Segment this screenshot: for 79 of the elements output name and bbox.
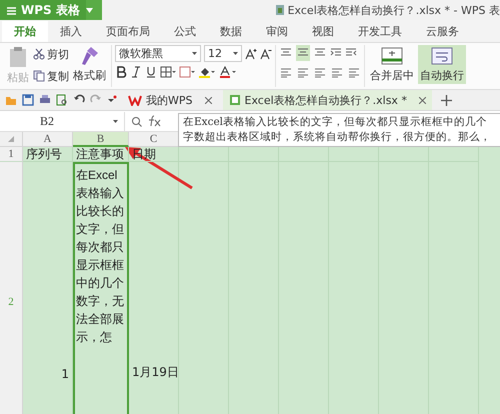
save-icon[interactable] bbox=[22, 94, 34, 106]
cut-button[interactable]: 剪切 bbox=[33, 45, 69, 63]
font-size-dropdown[interactable]: 12 bbox=[204, 45, 242, 62]
wrap-text-button[interactable]: 自动换行 bbox=[418, 45, 466, 84]
copy-button[interactable]: 复制 bbox=[33, 67, 69, 85]
table-cell bbox=[429, 147, 479, 162]
column-header[interactable]: B bbox=[73, 132, 129, 147]
align-icon[interactable] bbox=[331, 68, 343, 78]
caret-icon[interactable] bbox=[113, 120, 118, 122]
column-header[interactable]: A bbox=[23, 132, 73, 147]
spreadsheet-file-icon[interactable] bbox=[228, 94, 240, 106]
close-icon[interactable] bbox=[204, 96, 212, 104]
row-header[interactable]: 1 bbox=[0, 147, 23, 162]
indent-icon[interactable] bbox=[330, 48, 342, 58]
decrease-font-icon[interactable] bbox=[260, 48, 272, 60]
caret-icon[interactable] bbox=[192, 52, 197, 55]
caret-icon[interactable] bbox=[233, 52, 238, 55]
align-icon[interactable] bbox=[297, 48, 309, 58]
print-icon[interactable] bbox=[39, 94, 51, 106]
increase-font-icon[interactable] bbox=[245, 48, 257, 60]
ribbon-tab[interactable]: 开发工具 bbox=[346, 21, 414, 42]
app-logo-icon[interactable] bbox=[6, 4, 17, 16]
font-color-icon[interactable] bbox=[219, 66, 237, 78]
table-cell bbox=[179, 147, 229, 162]
window-title: Excel表格怎样自动换行？.xlsx * - WPS 表 bbox=[288, 2, 500, 18]
ribbon-tab[interactable]: 视图 bbox=[300, 21, 346, 42]
ribbon-tab[interactable]: 开始 bbox=[2, 21, 48, 42]
table-cell: 1月19日 bbox=[129, 162, 179, 414]
name-box[interactable]: B2 bbox=[0, 112, 125, 130]
formula-text: 在Excel表格输入比较长的文字，但每次都只显示框框中的几个 bbox=[183, 115, 488, 130]
table-cell bbox=[229, 147, 279, 162]
table-cell: 序列号 bbox=[23, 147, 73, 162]
italic-icon[interactable] bbox=[130, 66, 142, 78]
align-icon[interactable] bbox=[348, 68, 360, 78]
align-icon[interactable] bbox=[297, 68, 309, 78]
ribbon-tab[interactable]: 数据 bbox=[208, 21, 254, 42]
ribbon-tab[interactable]: 云服务 bbox=[414, 21, 471, 42]
table-cell bbox=[329, 147, 379, 162]
dropdown-button[interactable] bbox=[86, 0, 102, 20]
spreadsheet-file-icon[interactable] bbox=[274, 4, 285, 16]
table-cell bbox=[279, 147, 329, 162]
underline-icon[interactable] bbox=[145, 66, 157, 78]
formula-bar[interactable]: 在Excel表格输入比较长的文字，但每次都只显示框框中的几个 字数超出表格区域时，系统将自动帮你换行，很方便的。那么， bbox=[178, 113, 500, 147]
merge-cells-icon[interactable] bbox=[381, 46, 403, 66]
font-name-dropdown[interactable]: 微软雅黑 bbox=[115, 45, 201, 62]
ribbon-tab[interactable]: 公式 bbox=[162, 21, 208, 42]
table-cell: 1 bbox=[23, 162, 73, 414]
copy-icon[interactable] bbox=[33, 70, 45, 82]
print-preview-icon[interactable] bbox=[56, 94, 68, 106]
bold-icon[interactable] bbox=[115, 66, 127, 78]
table-cell: 在Excel表格输入比较长的文字，但每次都只显示框框中的几个数字，无法全部展示，怎 bbox=[73, 162, 129, 414]
zoom-icon[interactable] bbox=[131, 116, 142, 126]
table-cell bbox=[379, 147, 429, 162]
insert-function-button[interactable] bbox=[148, 115, 162, 127]
align-icon[interactable] bbox=[314, 48, 326, 58]
paintbrush-icon[interactable] bbox=[80, 46, 98, 66]
borders-icon[interactable] bbox=[160, 66, 176, 78]
wps-logo-icon[interactable] bbox=[128, 94, 142, 106]
format-painter-button[interactable]: 格式刷 bbox=[71, 45, 108, 84]
document-tab[interactable]: Excel表格怎样自动换行？.xlsx * bbox=[222, 90, 432, 110]
plus-icon[interactable] bbox=[440, 94, 452, 106]
align-icon[interactable] bbox=[280, 48, 292, 58]
merge-center-button[interactable]: 合并居中 bbox=[368, 45, 416, 84]
align-icon[interactable] bbox=[280, 68, 292, 78]
ribbon-tab[interactable]: 插入 bbox=[48, 21, 94, 42]
close-icon[interactable] bbox=[418, 96, 426, 104]
fill-color-icon[interactable] bbox=[198, 66, 216, 78]
scissors-icon[interactable] bbox=[33, 48, 45, 60]
column-header[interactable]: C bbox=[129, 132, 179, 147]
wrap-text-icon[interactable] bbox=[431, 46, 453, 66]
formula-text: 字数超出表格区域时，系统将自动帮你换行，很方便的。那么， bbox=[183, 130, 492, 145]
caret-icon[interactable] bbox=[86, 8, 93, 12]
align-icon[interactable] bbox=[314, 68, 326, 78]
ribbon-tab[interactable]: 审阅 bbox=[254, 21, 300, 42]
cell-style-icon[interactable] bbox=[179, 66, 195, 78]
arrow bbox=[124, 146, 194, 190]
customize-icon[interactable] bbox=[107, 95, 117, 105]
ribbon-tab[interactable]: 页面布局 bbox=[94, 21, 162, 42]
outdent-icon[interactable] bbox=[345, 48, 357, 58]
